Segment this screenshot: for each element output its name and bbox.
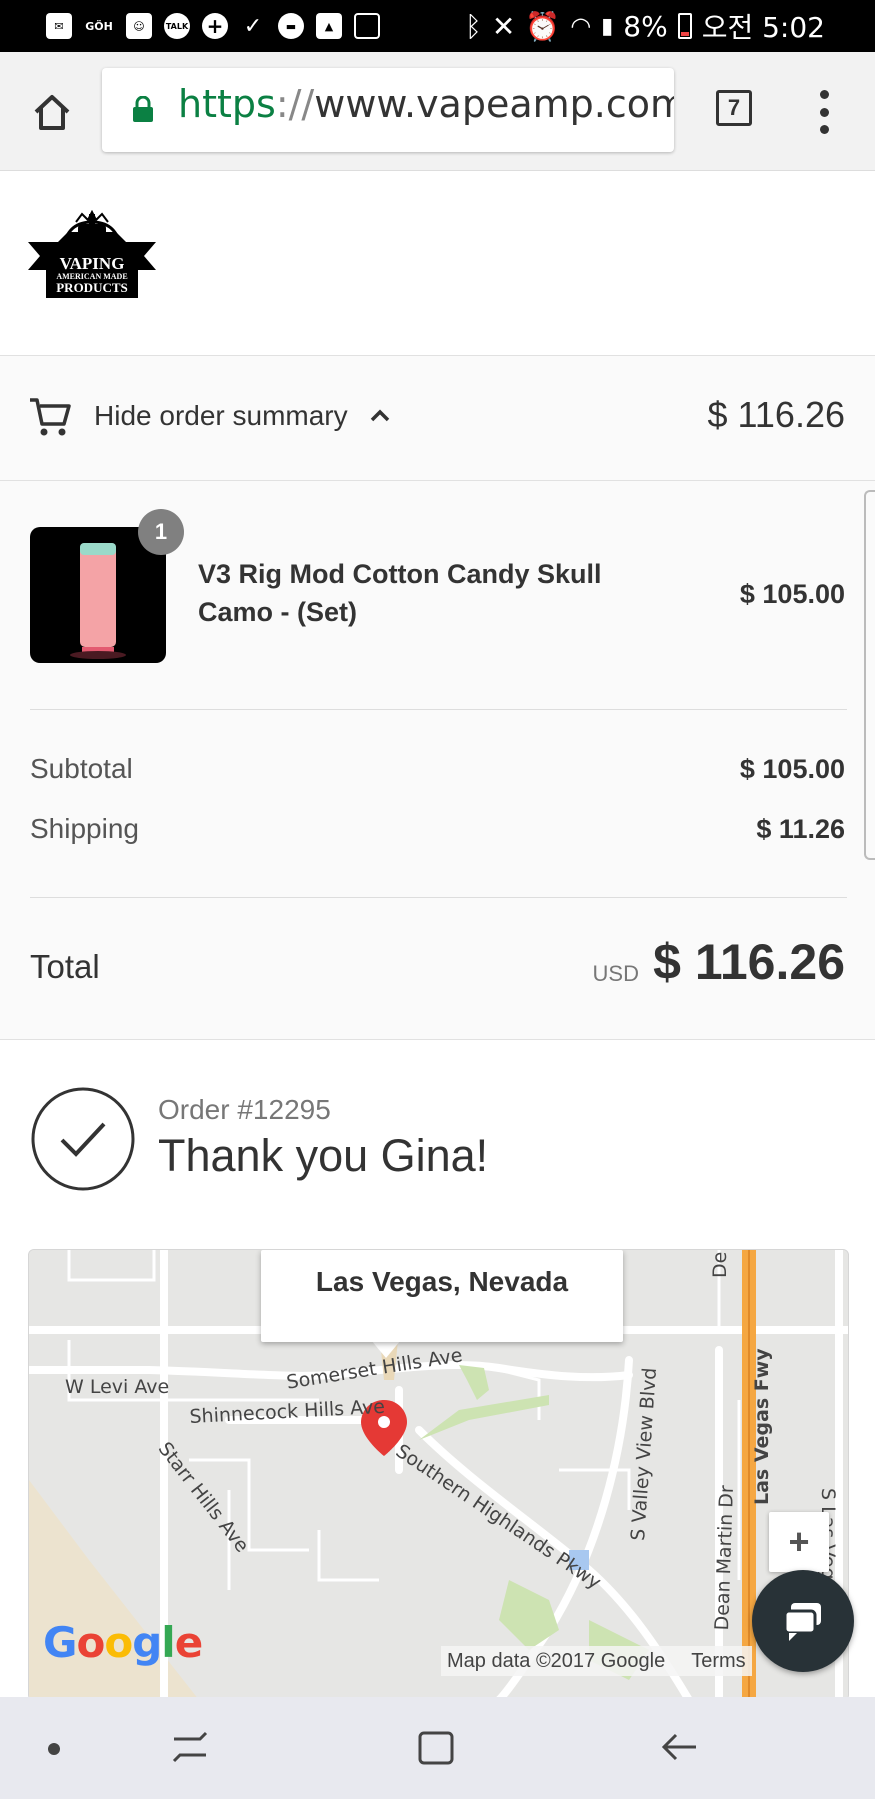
product-name: V3 Rig Mod Cotton Candy Skull Camo - (Se…	[198, 559, 602, 627]
shipping-value: $ 11.26	[756, 814, 845, 844]
screenshot-icon	[354, 13, 380, 39]
url-scheme: https	[178, 82, 276, 126]
map[interactable]: W Levi Ave Somerset Hills Ave Shinnecock…	[28, 1249, 849, 1701]
svg-text:PRODUCTS: PRODUCTS	[56, 280, 128, 295]
google-logo: Google	[43, 1618, 203, 1667]
home-icon[interactable]	[30, 90, 74, 134]
home-nav-icon[interactable]	[416, 1727, 456, 1767]
vamp-logo: VAPING AMERICAN MADE PRODUCTS	[28, 210, 156, 298]
divider	[30, 897, 847, 898]
scroll-indicator	[864, 490, 875, 860]
app-icon: ☺	[126, 13, 152, 39]
street-label: De	[709, 1251, 731, 1278]
bluetooth-icon: ᛒ	[465, 9, 482, 43]
thank-you-heading: Thank you Gina!	[158, 1130, 489, 1181]
signal-icon: ▮	[601, 13, 614, 39]
nav-dot-icon	[48, 1743, 60, 1755]
goh-icon: GÖH	[85, 19, 113, 33]
divider	[30, 709, 847, 710]
map-attribution: Map data ©2017 Google Terms	[441, 1646, 752, 1676]
total-amount: $ 116.26	[653, 934, 845, 990]
svg-text:VAPING: VAPING	[60, 254, 125, 273]
check-icon: ✓	[243, 13, 263, 39]
map-data-text: Map data ©2017 Google	[447, 1649, 666, 1672]
talk-icon: TALK	[164, 13, 190, 39]
street-label: W Levi Ave	[65, 1376, 170, 1398]
url-host: www.vapeamp.com/1	[314, 82, 674, 126]
chat-button[interactable]	[752, 1570, 854, 1672]
lock-icon	[133, 96, 153, 122]
back-nav-icon[interactable]	[660, 1727, 700, 1767]
mail-icon: ✉	[46, 13, 72, 39]
product-price: $ 105.00	[739, 579, 845, 609]
system-nav-bar	[0, 1697, 875, 1799]
chevron-up-icon	[370, 409, 390, 422]
total-currency: USD	[592, 961, 639, 986]
subtotal-value: $ 105.00	[739, 754, 845, 784]
recent-apps-icon[interactable]	[170, 1727, 210, 1767]
subtotal-label: Subtotal	[30, 753, 133, 784]
status-time: 오전 5:02	[701, 11, 825, 44]
url-text: https://www.vapeamp.com/1	[178, 82, 674, 126]
gallery-icon: ▲	[316, 13, 342, 39]
url-bar[interactable]: https://www.vapeamp.com/1	[102, 68, 674, 152]
cart-icon	[30, 398, 71, 436]
total-label: Total	[30, 948, 100, 985]
order-summary-toggle[interactable]: Hide order summary $ 116.26	[0, 356, 875, 481]
notification-icons: ✉ GÖH ☺ TALK + ✓ ▬ ▲	[46, 10, 380, 42]
order-summary: 1 V3 Rig Mod Cotton Candy Skull Camo - (…	[0, 481, 875, 1040]
toggle-total: $ 116.26	[707, 394, 845, 435]
browser-toolbar: https://www.vapeamp.com/1 7	[0, 52, 875, 171]
url-separator: ://	[275, 82, 315, 126]
battery-percent: 8%	[623, 9, 668, 43]
order-number: Order #12295	[158, 1094, 331, 1125]
shipping-label: Shipping	[30, 813, 139, 844]
overflow-menu-icon[interactable]	[814, 90, 834, 134]
chat-icon	[783, 1603, 821, 1641]
media-icon: ▬	[278, 13, 304, 39]
map-terms-link[interactable]: Terms	[691, 1650, 745, 1673]
map-info-window: Las Vegas, Nevada	[261, 1250, 623, 1342]
zoom-in-button[interactable]: +	[769, 1512, 829, 1572]
street-label: Las Vegas Fwy	[751, 1348, 773, 1505]
status-bar: ✉ GÖH ☺ TALK + ✓ ▬ ▲ ᛒ ✕ ⏰ ◠ ▮ 8% 오전 5:0…	[0, 0, 875, 52]
map-info-text: Las Vegas, Nevada	[315, 1266, 569, 1297]
status-right: ᛒ ✕ ⏰ ◠ ▮ 8% 오전 5:02	[465, 6, 825, 46]
battery-icon	[677, 13, 692, 39]
wifi-icon: ◠	[570, 12, 592, 40]
quantity-badge: 1	[138, 509, 184, 555]
tab-switcher-button[interactable]: 7	[716, 90, 752, 126]
mute-icon: ✕	[491, 9, 516, 43]
plus-icon: +	[202, 13, 228, 39]
toggle-label: Hide order summary	[94, 400, 348, 431]
alarm-icon: ⏰	[525, 9, 561, 43]
checkmark-circle-icon	[31, 1087, 135, 1191]
